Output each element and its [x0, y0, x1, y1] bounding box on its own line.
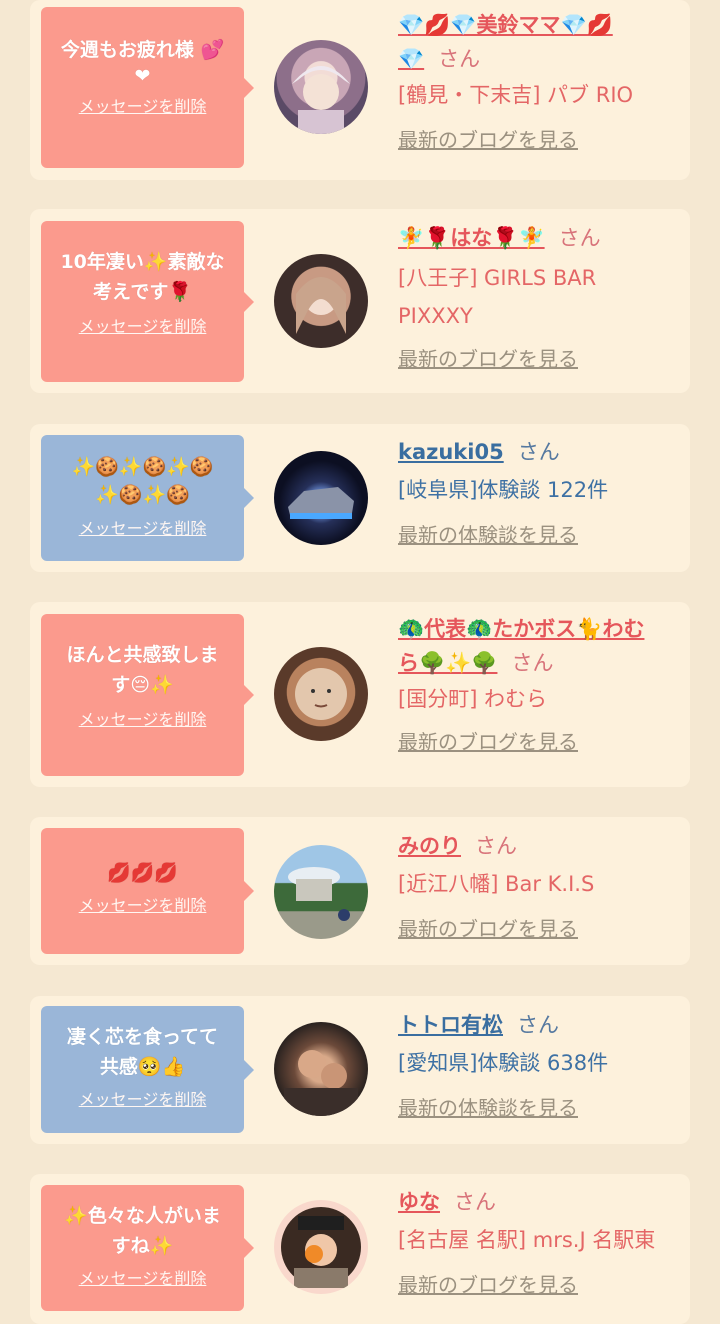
user-name-link[interactable]: みのり: [398, 834, 461, 858]
avatar[interactable]: [274, 451, 368, 545]
shop-info: [名古屋 名駅] mrs.J 名駅東: [398, 1228, 656, 1252]
user-info-line: [岐阜県]体験談 122件: [398, 478, 609, 502]
user-name-link[interactable]: kazuki05: [398, 440, 504, 464]
delete-message-link[interactable]: メッセージを削除: [51, 706, 234, 730]
user-info: 🧚🌹はな🌹🧚 さん [八王子] GIRLS BAR PIXXXY 最新のブログを見…: [398, 221, 683, 372]
user-info: みのり さん [近江八幡] Bar K.I.S 最新のブログを見る: [398, 829, 683, 942]
delete-message-link[interactable]: メッセージを削除: [51, 1086, 234, 1110]
avatar-image: [284, 1050, 358, 1116]
message-text-line: す😔✨: [111, 674, 174, 696]
delete-message-link[interactable]: メッセージを削除: [51, 892, 234, 916]
message-bubble: 10年凄い✨素敵な 考えです🌹 メッセージを削除: [41, 221, 254, 382]
latest-blog-link[interactable]: 最新のブログを見る: [398, 1269, 683, 1298]
message-text-line: 10年凄い✨素敵な: [60, 251, 225, 273]
user-name-link[interactable]: 🧚🌹はな🌹🧚: [398, 226, 545, 250]
message-text-line: 💋💋💋: [107, 862, 178, 884]
shop-info: [近江八幡] Bar K.I.S: [398, 872, 595, 896]
avatar[interactable]: [274, 1022, 368, 1116]
delete-message-link[interactable]: メッセージを削除: [51, 313, 234, 337]
san-suffix: さん: [517, 440, 560, 464]
latest-blog-link[interactable]: 最新のブログを見る: [398, 726, 683, 755]
user-info: トトロ有松 さん [愛知県]体験談 638件 最新の体験談を見る: [398, 1008, 683, 1121]
message-text-line: ✨🍪✨🍪: [95, 484, 190, 506]
latest-blog-link[interactable]: 最新のブログを見る: [398, 343, 683, 372]
message-card: ほんと共感致しま す😔✨ メッセージを削除 🦚代表🦚たかボス🐈わむ ら🌳✨🌳 さん…: [30, 602, 690, 787]
user-name-link[interactable]: 🦚代表🦚たかボス🐈わむ: [398, 617, 644, 641]
message-text-line: ほんと共感致しま: [66, 644, 219, 666]
message-bubble: 💋💋💋 メッセージを削除: [41, 828, 254, 954]
message-text-line: 今週もお疲れ様 💕: [60, 39, 225, 61]
avatar[interactable]: [274, 40, 368, 134]
latest-review-link[interactable]: 最新の体験談を見る: [398, 519, 683, 548]
message-text-line: 共感🥺👍: [99, 1056, 186, 1078]
shop-info: [鶴見・下末吉] パブ RIO: [398, 83, 634, 107]
user-info: ゆな さん [名古屋 名駅] mrs.J 名駅東 最新のブログを見る: [398, 1185, 683, 1298]
message-bubble: 今週もお疲れ様 💕 ❤ メッセージを削除: [41, 7, 254, 168]
message-text-line: ✨色々な人がいま: [64, 1205, 221, 1227]
san-suffix: さん: [438, 47, 481, 71]
message-bubble: ✨色々な人がいま すね✨ メッセージを削除: [41, 1185, 254, 1311]
san-suffix: さん: [558, 226, 601, 250]
avatar-image: [288, 487, 354, 519]
shop-info: [国分町] わむら: [398, 687, 548, 711]
message-text-line: 凄く芯を食ってて: [66, 1026, 219, 1048]
message-text-line: ✨🍪✨🍪✨🍪: [71, 456, 214, 478]
message-card: 💋💋💋 メッセージを削除 みのり さん [近江八幡] Bar K.I.S 最新のブ…: [30, 817, 690, 965]
message-bubble: ✨🍪✨🍪✨🍪 ✨🍪✨🍪 メッセージを削除: [41, 435, 254, 561]
avatar-image: [295, 668, 347, 720]
message-bubble: ほんと共感致しま す😔✨ メッセージを削除: [41, 614, 254, 776]
message-card: 今週もお疲れ様 💕 ❤ メッセージを削除 💎💋💎美鈴ママ💎💋 💎 さん [鶴見・下…: [30, 0, 690, 180]
user-name-link[interactable]: ゆな: [398, 1190, 440, 1214]
san-suffix: さん: [517, 1013, 559, 1037]
avatar[interactable]: [274, 647, 368, 741]
delete-message-link[interactable]: メッセージを削除: [51, 515, 234, 539]
user-info-line: [愛知県]体験談 638件: [398, 1051, 609, 1075]
latest-blog-link[interactable]: 最新のブログを見る: [398, 124, 683, 153]
user-info: 💎💋💎美鈴ママ💎💋 💎 さん [鶴見・下末吉] パブ RIO 最新のブログを見る: [398, 8, 683, 153]
latest-blog-link[interactable]: 最新のブログを見る: [398, 913, 683, 942]
delete-message-link[interactable]: メッセージを削除: [51, 93, 234, 117]
message-text-line: 考えです🌹: [92, 281, 193, 303]
message-card: ✨🍪✨🍪✨🍪 ✨🍪✨🍪 メッセージを削除 kazuki05 さん [岐阜県]体験談…: [30, 424, 690, 572]
message-bubble: 凄く芯を食ってて 共感🥺👍 メッセージを削除: [41, 1006, 254, 1133]
user-info: 🦚代表🦚たかボス🐈わむ ら🌳✨🌳 さん [国分町] わむら 最新のブログを見る: [398, 612, 683, 755]
user-info: kazuki05 さん [岐阜県]体験談 122件 最新の体験談を見る: [398, 435, 683, 548]
avatar-image: [292, 66, 350, 134]
san-suffix: さん: [454, 1190, 496, 1214]
user-name-link[interactable]: 💎💋💎美鈴ママ💎💋: [398, 13, 613, 37]
user-name-link[interactable]: 💎: [398, 47, 424, 71]
message-text-line: ❤: [134, 65, 151, 87]
latest-review-link[interactable]: 最新の体験談を見る: [398, 1092, 683, 1121]
shop-info: PIXXXY: [398, 304, 473, 328]
message-card: 凄く芯を食ってて 共感🥺👍 メッセージを削除 トトロ有松 さん [愛知県]体験談 …: [30, 996, 690, 1144]
san-suffix: さん: [475, 834, 517, 858]
avatar[interactable]: [274, 1200, 368, 1294]
avatar-image: [281, 1207, 361, 1288]
avatar[interactable]: [274, 845, 368, 939]
avatar-image: [288, 867, 350, 921]
user-name-link[interactable]: ら🌳✨🌳: [398, 651, 497, 675]
shop-info: [八王子] GIRLS BAR: [398, 266, 597, 290]
user-name-link[interactable]: トトロ有松: [398, 1013, 503, 1037]
message-card: ✨色々な人がいま すね✨ メッセージを削除 ゆな さん [名古屋 名駅] mrs.…: [30, 1174, 690, 1324]
san-suffix: さん: [511, 651, 554, 675]
avatar-image: [296, 277, 346, 334]
message-text-line: すね✨: [111, 1235, 174, 1257]
delete-message-link[interactable]: メッセージを削除: [51, 1265, 234, 1289]
message-card: 10年凄い✨素敵な 考えです🌹 メッセージを削除 🧚🌹はな🌹🧚 さん [八王子] …: [30, 209, 690, 393]
avatar[interactable]: [274, 254, 368, 348]
